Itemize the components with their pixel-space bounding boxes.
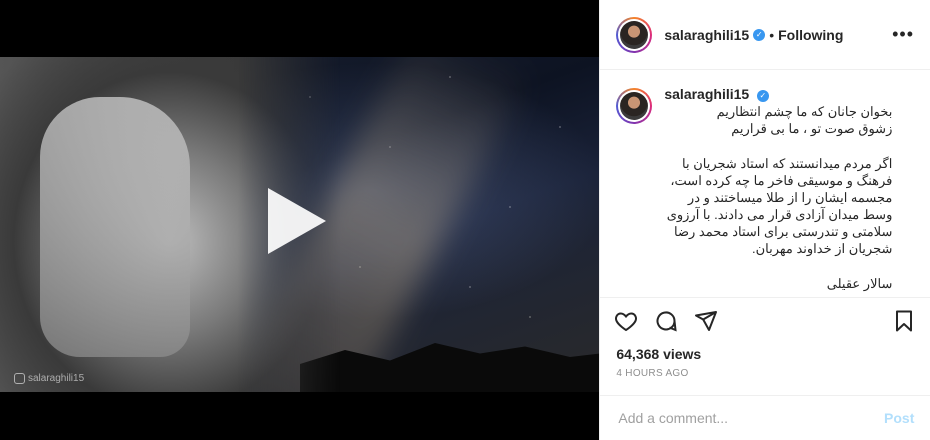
avatar-ring xyxy=(618,18,651,51)
username-link[interactable]: salaraghili15 xyxy=(664,27,749,43)
comment-icon[interactable] xyxy=(654,309,678,333)
hand-overlay xyxy=(40,97,190,357)
post-sidebar: salaraghili15 ✓ • Following ••• salaragh… xyxy=(599,0,930,440)
action-bar xyxy=(600,298,930,344)
play-icon[interactable] xyxy=(268,188,326,254)
video-watermark: salaraghili15 xyxy=(14,373,84,384)
watermark-text: salaraghili15 xyxy=(28,373,85,385)
caption-area: salaraghili15 ✓ بخوان جانان که ما چشم ان… xyxy=(600,70,930,298)
heart-icon[interactable] xyxy=(614,309,638,333)
view-count[interactable]: 64,368 views xyxy=(600,344,930,364)
more-options-icon[interactable]: ••• xyxy=(892,24,914,45)
post-header: salaraghili15 ✓ • Following ••• xyxy=(600,0,930,70)
verified-badge-icon: ✓ xyxy=(753,28,766,41)
bookmark-icon[interactable] xyxy=(892,309,916,333)
caption-paragraph: اگر مردم میدانستند که استاد شجریان با فر… xyxy=(666,156,893,256)
comment-input[interactable] xyxy=(616,409,885,427)
paper-plane-icon[interactable] xyxy=(694,309,718,333)
post-comment-button[interactable]: Post xyxy=(884,410,914,426)
caption-line-2: زشوق صوت تو ، ما بی قراریم xyxy=(731,121,893,136)
caption-verified-badge-icon: ✓ xyxy=(756,89,769,102)
avatar[interactable] xyxy=(616,16,653,53)
caption-avatar[interactable] xyxy=(616,88,653,124)
post-timestamp[interactable]: 4 HOURS AGO xyxy=(600,364,930,388)
following-button[interactable]: Following xyxy=(778,27,843,43)
avatar-image xyxy=(620,20,649,49)
caption-signature: سالار عقیلی xyxy=(826,276,893,291)
caption-gap xyxy=(664,137,892,155)
video-player[interactable]: salaraghili15 xyxy=(0,0,600,440)
separator-dot: • xyxy=(769,26,775,43)
caption-gap-2 xyxy=(664,257,892,275)
caption-avatar-image xyxy=(620,92,649,120)
caption-comment: salaraghili15 ✓ بخوان جانان که ما چشم ان… xyxy=(616,86,914,292)
add-comment-bar: Post xyxy=(600,395,930,440)
caption-text: salaraghili15 ✓ بخوان جانان که ما چشم ان… xyxy=(664,86,892,292)
instagram-icon xyxy=(14,373,25,384)
caption-username[interactable]: salaraghili15 xyxy=(664,86,749,102)
caption-avatar-ring xyxy=(618,90,651,122)
post-card: salaraghili15 salaraghili15 ✓ • Followin… xyxy=(0,0,930,440)
caption-line-1: بخوان جانان که ما چشم انتظاریم xyxy=(716,104,893,119)
